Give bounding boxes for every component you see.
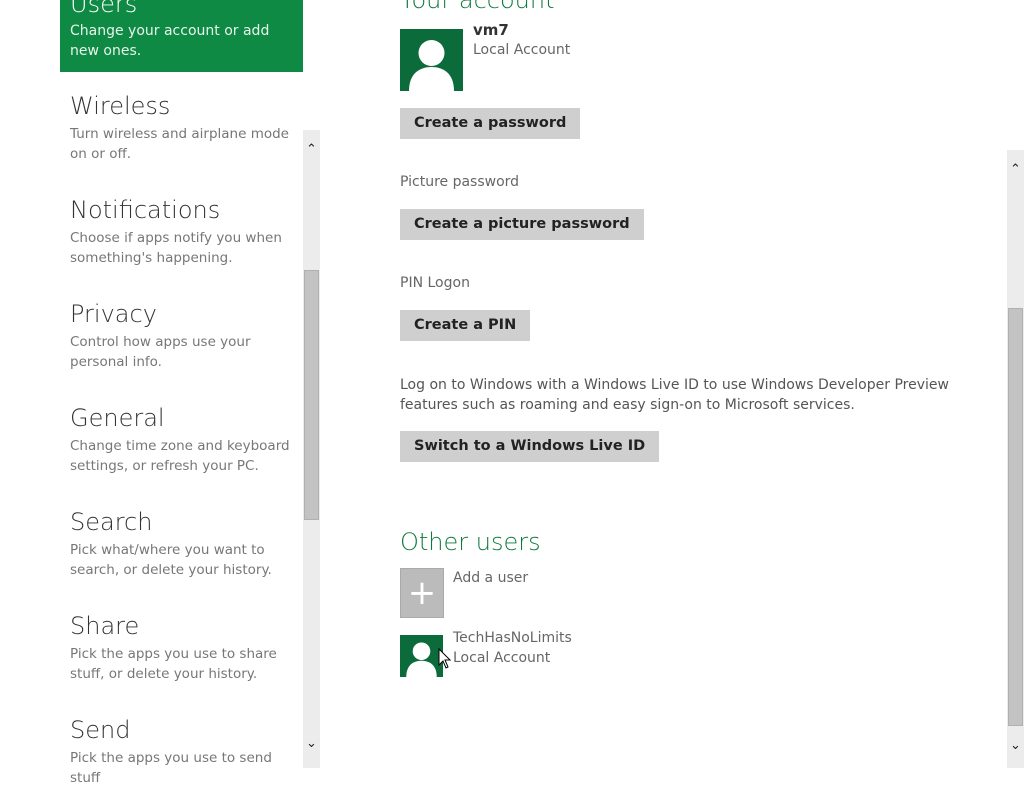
nav-item-wireless[interactable]: Wireless Turn wireless and airplane mode…: [70, 90, 305, 164]
user-avatar-icon: [400, 29, 463, 91]
settings-nav: Users Change your account or add new one…: [60, 0, 305, 786]
nav-scrollbar[interactable]: ⌃ ⌄: [303, 130, 320, 768]
content-scroll-thumb[interactable]: [1008, 308, 1023, 726]
plus-icon: +: [407, 573, 437, 613]
nav-item-notifications[interactable]: Notifications Choose if apps notify you …: [70, 194, 305, 268]
mouse-cursor-icon: [438, 647, 452, 674]
nav-item-users[interactable]: Users Change your account or add new one…: [60, 0, 303, 72]
create-pin-button[interactable]: Create a PIN: [400, 310, 531, 341]
picture-password-label: Picture password: [400, 174, 520, 190]
other-users-heading: Other users: [400, 528, 541, 556]
nav-item-desc: Turn wireless and airplane mode on or of…: [70, 126, 289, 162]
account-panel: Your account vm7 Local Account Create a …: [400, 0, 1000, 768]
nav-item-desc: Choose if apps notify you when something…: [70, 230, 282, 266]
content-scrollbar[interactable]: ⌃ ⌄: [1007, 150, 1024, 768]
add-user-label[interactable]: Add a user: [453, 570, 528, 586]
nav-item-privacy[interactable]: Privacy Control how apps use your person…: [70, 298, 305, 372]
nav-item-title: Privacy: [70, 300, 157, 328]
scroll-down-icon[interactable]: ⌄: [303, 734, 320, 754]
live-id-description: Log on to Windows with a Windows Live ID…: [400, 377, 949, 413]
nav-item-desc: Control how apps use your personal info.: [70, 334, 251, 370]
nav-item-general[interactable]: General Change time zone and keyboard se…: [70, 402, 305, 476]
user-name: vm7: [473, 21, 509, 39]
nav-item-desc: Change time zone and keyboard settings, …: [70, 438, 290, 474]
other-user-name[interactable]: TechHasNoLimits: [453, 630, 572, 646]
scroll-down-icon[interactable]: ⌄: [1007, 736, 1024, 756]
your-account-heading: Your account: [400, 0, 555, 14]
nav-item-send[interactable]: Send Pick the apps you use to send stuff: [70, 714, 305, 788]
nav-item-title: Users: [70, 0, 138, 18]
create-picture-password-button[interactable]: Create a picture password: [400, 209, 644, 240]
nav-item-title: Search: [70, 508, 153, 536]
nav-item-search[interactable]: Search Pick what/where you want to searc…: [70, 506, 305, 580]
nav-item-title: Notifications: [70, 196, 221, 224]
pin-logon-label: PIN Logon: [400, 275, 470, 291]
add-user-button[interactable]: +: [400, 568, 444, 618]
user-avatar-icon[interactable]: [400, 635, 443, 677]
nav-item-desc: Pick the apps you use to send stuff: [70, 750, 272, 786]
switch-live-id-button[interactable]: Switch to a Windows Live ID: [400, 431, 660, 462]
nav-item-desc: Change your account or add new ones.: [70, 23, 270, 59]
nav-item-desc: Pick the apps you use to share stuff, or…: [70, 646, 277, 682]
nav-scroll-thumb[interactable]: [304, 270, 319, 520]
nav-item-title: Send: [70, 716, 131, 744]
nav-item-title: General: [70, 404, 165, 432]
other-user-account-type: Local Account: [453, 650, 551, 666]
create-password-button[interactable]: Create a password: [400, 108, 581, 139]
nav-item-title: Wireless: [70, 92, 171, 120]
user-account-type: Local Account: [473, 42, 571, 58]
nav-item-title: Share: [70, 612, 140, 640]
nav-item-share[interactable]: Share Pick the apps you use to share stu…: [70, 610, 305, 684]
nav-item-desc: Pick what/where you want to search, or d…: [70, 542, 272, 578]
scroll-up-icon[interactable]: ⌃: [1007, 160, 1024, 180]
scroll-up-icon[interactable]: ⌃: [303, 140, 320, 160]
